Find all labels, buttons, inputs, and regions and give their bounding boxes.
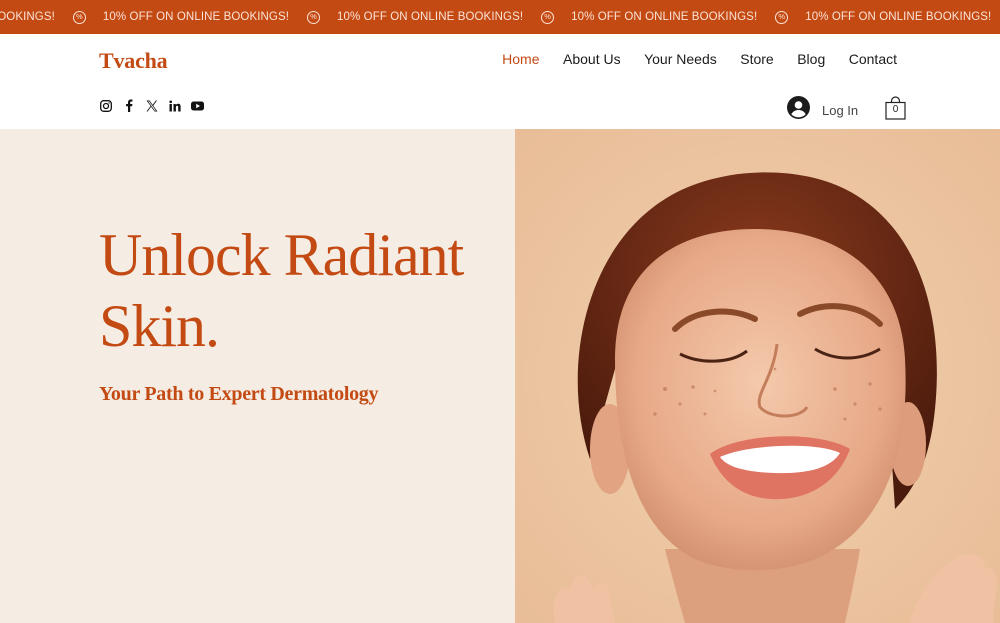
site-logo[interactable]: Tvacha: [99, 48, 168, 74]
ticker-text: 10% OFF ON ONLINE BOOKINGS!: [102, 11, 290, 23]
instagram-icon[interactable]: [99, 99, 112, 112]
facebook-icon[interactable]: [122, 99, 135, 112]
nav-home[interactable]: Home: [502, 51, 539, 67]
ticker-item: % 10% OFF ON ONLINE BOOKINGS!: [55, 10, 290, 24]
hero-text-panel: [0, 129, 515, 623]
ticker-track: NE BOOKINGS! % 10% OFF ON ONLINE BOOKINGS…: [0, 10, 992, 24]
ticker-text: NE BOOKINGS!: [0, 11, 55, 23]
ticker-item: % 10% OFF ON ONLINE BOOKINGS!: [757, 10, 992, 24]
ticker-item: % 10% OFF ON ONLINE BOOKINGS!: [289, 10, 524, 24]
percent-badge-icon: %: [541, 10, 555, 24]
linkedin-icon[interactable]: [168, 99, 181, 112]
youtube-icon[interactable]: [191, 99, 204, 112]
user-avatar-icon: [787, 96, 810, 124]
ticker-text: 10% OFF ON ONLINE BOOKINGS!: [805, 11, 992, 23]
percent-badge-icon: %: [72, 10, 86, 24]
site-header: Tvacha Home About Us Your Needs Store Bl…: [0, 34, 1000, 129]
login-button[interactable]: Log In: [787, 96, 858, 124]
main-nav: Home About Us Your Needs Store Blog Cont…: [479, 51, 897, 67]
social-links: [99, 99, 204, 112]
nav-store[interactable]: Store: [740, 51, 773, 67]
ticker-item: NE BOOKINGS!: [0, 11, 55, 23]
smiling-woman-photo: [515, 129, 1000, 623]
nav-your-needs[interactable]: Your Needs: [644, 51, 717, 67]
ticker-text: 10% OFF ON ONLINE BOOKINGS!: [571, 11, 758, 23]
percent-badge-icon: %: [775, 10, 789, 24]
hero-title: Unlock Radiant Skin.: [99, 220, 499, 362]
hero-title-line: Skin.: [99, 293, 220, 359]
hero-subtitle: Your Path to Expert Dermatology: [99, 383, 379, 405]
ticker-text: 10% OFF ON ONLINE BOOKINGS!: [337, 11, 524, 23]
x-icon[interactable]: [145, 99, 158, 112]
hero-title-line: Unlock Radiant: [99, 222, 464, 288]
promo-ticker: NE BOOKINGS! % 10% OFF ON ONLINE BOOKINGS…: [0, 0, 1000, 34]
ticker-item: % 10% OFF ON ONLINE BOOKINGS!: [523, 10, 758, 24]
login-label: Log In: [822, 102, 859, 118]
hero-image: [515, 129, 1000, 623]
cart-count: 0: [892, 104, 899, 115]
nav-about-us[interactable]: About Us: [563, 51, 621, 67]
cart-button[interactable]: 0: [885, 96, 906, 120]
percent-badge-icon: %: [307, 10, 321, 24]
nav-contact[interactable]: Contact: [849, 51, 897, 67]
nav-blog[interactable]: Blog: [797, 51, 825, 67]
